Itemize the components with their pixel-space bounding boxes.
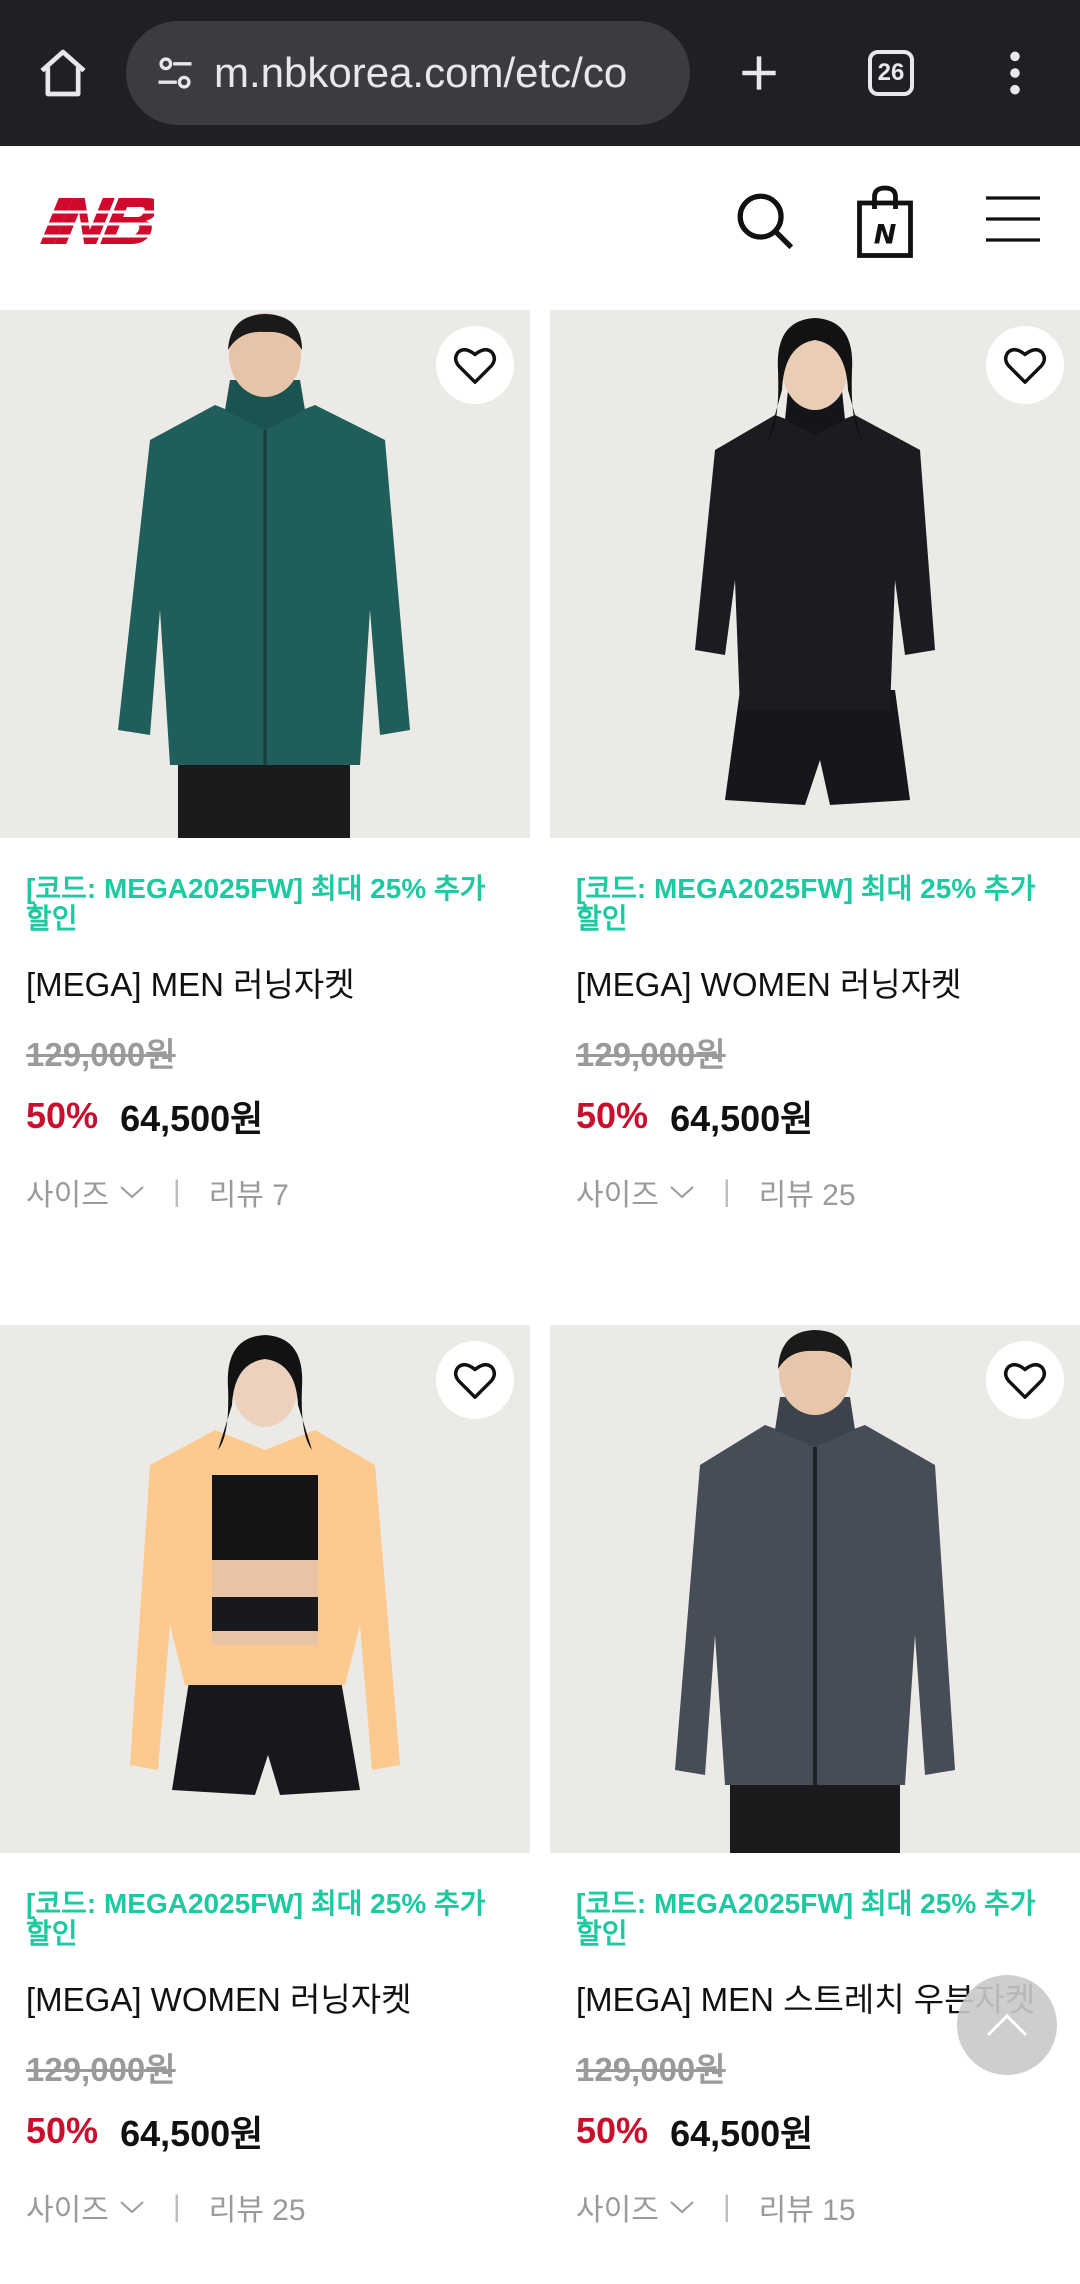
- tab-count: 26: [877, 59, 905, 86]
- more-options-icon[interactable]: [990, 40, 1040, 106]
- price-row: 50% 64,500원: [576, 2105, 1054, 2157]
- tab-switcher-button[interactable]: 26: [868, 50, 914, 96]
- review-count[interactable]: 리뷰 25: [759, 1170, 856, 1214]
- home-icon[interactable]: [30, 40, 96, 106]
- chevron-down-icon[interactable]: [119, 1184, 145, 1200]
- svg-text:N: N: [874, 220, 897, 251]
- hamburger-menu-icon[interactable]: [984, 192, 1042, 246]
- divider: |: [172, 2190, 181, 2223]
- size-dropdown[interactable]: 사이즈: [26, 2185, 109, 2229]
- shopping-bag-icon[interactable]: N: [852, 182, 918, 260]
- search-icon[interactable]: [730, 186, 800, 256]
- wishlist-heart-icon[interactable]: [986, 326, 1064, 404]
- sale-price: 64,500원: [670, 1098, 814, 1139]
- product-image[interactable]: [0, 1325, 530, 1853]
- product-card[interactable]: [코드: MEGA2025FW] 최대 25% 추가할인 [MEGA] WOME…: [0, 1325, 530, 2229]
- product-image[interactable]: [550, 1325, 1080, 1853]
- chevron-down-icon[interactable]: [669, 1184, 695, 1200]
- promo-text: [코드: MEGA2025FW] 최대 25% 추가할인: [576, 873, 1036, 934]
- review-count[interactable]: 리뷰 25: [209, 2185, 306, 2229]
- product-meta: 사이즈 | 리뷰 7: [26, 1170, 504, 1214]
- product-meta: 사이즈 | 리뷰 25: [26, 2185, 504, 2229]
- review-count[interactable]: 리뷰 15: [759, 2185, 856, 2229]
- product-name[interactable]: [MEGA] MEN 러닝자켓: [26, 962, 504, 1008]
- original-price: 129,000원: [26, 2051, 176, 2088]
- price-row: 50% 64,500원: [576, 1090, 1054, 1142]
- size-dropdown[interactable]: 사이즈: [576, 2185, 659, 2229]
- product-card[interactable]: [코드: MEGA2025FW] 최대 25% 추가할인 [MEGA] WOME…: [550, 310, 1080, 1214]
- discount-rate: 50%: [26, 1095, 99, 1136]
- site-header: N: [0, 146, 1080, 308]
- price-row: 50% 64,500원: [26, 1090, 504, 1142]
- size-dropdown[interactable]: 사이즈: [576, 1170, 659, 1214]
- browser-toolbar: m.nbkorea.com/etc/co 26: [0, 0, 1080, 146]
- wishlist-heart-icon[interactable]: [436, 1341, 514, 1419]
- sale-price: 64,500원: [120, 1098, 264, 1139]
- divider: |: [722, 2190, 731, 2223]
- product-image[interactable]: [0, 310, 530, 838]
- sale-price: 64,500원: [670, 2113, 814, 2154]
- chevron-down-icon[interactable]: [119, 2199, 145, 2215]
- wishlist-heart-icon[interactable]: [986, 1341, 1064, 1419]
- review-count[interactable]: 리뷰 7: [209, 1170, 289, 1214]
- sale-price: 64,500원: [120, 2113, 264, 2154]
- product-meta: 사이즈 | 리뷰 25: [576, 1170, 1054, 1214]
- original-price: 129,000원: [576, 1036, 726, 1073]
- scroll-to-top-button[interactable]: [957, 1975, 1057, 2075]
- product-name[interactable]: [MEGA] WOMEN 러닝자켓: [576, 962, 1054, 1008]
- product-card[interactable]: [코드: MEGA2025FW] 최대 25% 추가할인 [MEGA] MEN …: [0, 310, 530, 1214]
- promo-text: [코드: MEGA2025FW] 최대 25% 추가할인: [576, 1888, 1036, 1949]
- url-text[interactable]: m.nbkorea.com/etc/co: [214, 49, 674, 97]
- divider: |: [722, 1175, 731, 1208]
- product-name[interactable]: [MEGA] WOMEN 러닝자켓: [26, 1977, 504, 2023]
- discount-rate: 50%: [576, 1095, 649, 1136]
- promo-text: [코드: MEGA2025FW] 최대 25% 추가할인: [26, 873, 486, 934]
- price-row: 50% 64,500원: [26, 2105, 504, 2157]
- new-tab-icon[interactable]: [726, 40, 792, 106]
- site-settings-icon[interactable]: [150, 48, 200, 98]
- product-card[interactable]: [코드: MEGA2025FW] 최대 25% 추가할인 [MEGA] MEN …: [550, 1325, 1080, 2229]
- promo-text: [코드: MEGA2025FW] 최대 25% 추가할인: [26, 1888, 486, 1949]
- wishlist-heart-icon[interactable]: [436, 326, 514, 404]
- product-image[interactable]: [550, 310, 1080, 838]
- original-price: 129,000원: [26, 1036, 176, 1073]
- divider: |: [172, 1175, 181, 1208]
- size-dropdown[interactable]: 사이즈: [26, 1170, 109, 1214]
- product-meta: 사이즈 | 리뷰 15: [576, 2185, 1054, 2229]
- chevron-down-icon[interactable]: [669, 2199, 695, 2215]
- new-balance-logo[interactable]: [38, 190, 160, 252]
- discount-rate: 50%: [576, 2110, 649, 2151]
- address-bar[interactable]: m.nbkorea.com/etc/co: [126, 21, 690, 125]
- discount-rate: 50%: [26, 2110, 99, 2151]
- chevron-up-icon: [986, 2013, 1028, 2037]
